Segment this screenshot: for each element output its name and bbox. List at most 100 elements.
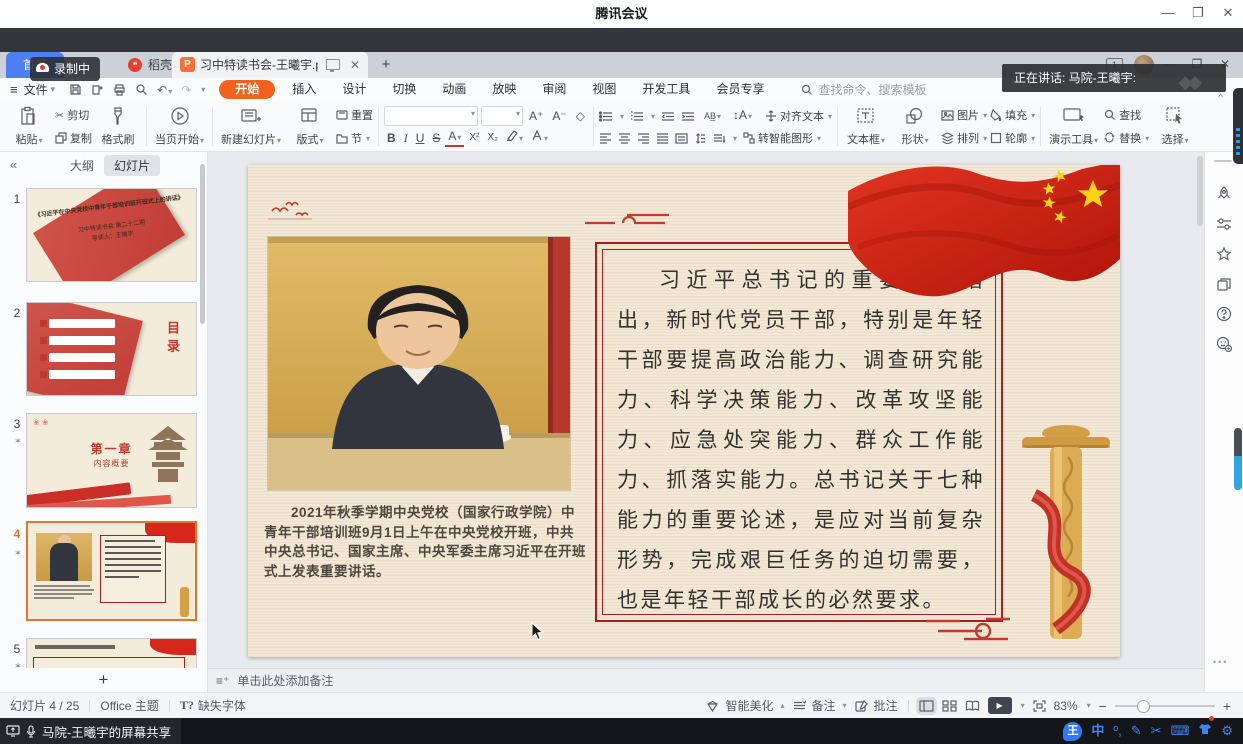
align-right-icon[interactable] bbox=[637, 133, 650, 144]
restore-button[interactable]: ❐ bbox=[1183, 0, 1213, 28]
collapse-panel-icon[interactable]: « bbox=[10, 157, 17, 172]
print-icon[interactable] bbox=[113, 83, 126, 96]
save-icon[interactable] bbox=[69, 83, 82, 96]
subscript-button[interactable]: X₂ bbox=[484, 129, 501, 147]
reading-view-button[interactable] bbox=[965, 700, 980, 712]
text-direction-button[interactable]: AB̲▾ bbox=[701, 107, 724, 126]
line-spacing-icon[interactable] bbox=[694, 133, 707, 144]
layout-button[interactable]: 版式▾ bbox=[287, 104, 333, 149]
tab-review[interactable]: 审阅 bbox=[529, 78, 579, 101]
missing-font-label[interactable]: 缺失字体 bbox=[198, 697, 246, 714]
sidebar-scrollbar[interactable] bbox=[200, 164, 205, 324]
canvas-scrollbar[interactable] bbox=[1197, 156, 1203, 226]
file-menu[interactable]: 文件 bbox=[24, 81, 48, 98]
layers-icon[interactable] bbox=[1216, 276, 1232, 292]
slide-thumbnail-4-selected[interactable] bbox=[26, 521, 197, 621]
clip-scissors-icon[interactable]: ✂ bbox=[1151, 718, 1162, 744]
copy-button[interactable]: 复制 bbox=[55, 129, 92, 147]
slide-thumbnail-2[interactable]: 目录 bbox=[26, 302, 197, 396]
slideshow-play-button[interactable]: ▶ bbox=[988, 697, 1012, 714]
export-icon[interactable] bbox=[91, 83, 104, 96]
meeting-dock-handle[interactable] bbox=[1233, 88, 1243, 164]
slide-sorter-view-button[interactable] bbox=[942, 700, 957, 712]
tab-insert[interactable]: 插入 bbox=[279, 78, 329, 101]
skin-icon[interactable] bbox=[1216, 336, 1232, 352]
handwriting-pen-icon[interactable]: ✎ bbox=[1131, 718, 1142, 744]
strikethrough-button[interactable]: S bbox=[429, 129, 443, 147]
underline-button[interactable]: U bbox=[413, 129, 428, 147]
zoom-out-button[interactable]: − bbox=[1099, 698, 1107, 714]
slide-thumbnail-5[interactable] bbox=[26, 638, 197, 668]
slide-canvas[interactable]: 2021年秋季学期中央党校（国家行政学院）中青年干部培训班9月1日上午在中央党校… bbox=[208, 152, 1204, 668]
shapes-button[interactable]: 形状▾ bbox=[892, 104, 938, 149]
tab-slides[interactable]: 幻灯片 bbox=[104, 155, 160, 176]
slide-thumbnail-3[interactable]: 第一章 内容概要 ❀ ❀ bbox=[26, 413, 197, 508]
sogou-ime-icon[interactable]: 王 bbox=[1063, 722, 1082, 741]
normal-view-button[interactable] bbox=[919, 700, 934, 712]
select-button[interactable]: 选择▾ bbox=[1152, 104, 1198, 149]
arrange-button[interactable]: 排列▾ bbox=[941, 129, 987, 147]
justify-icon[interactable] bbox=[656, 133, 669, 144]
font-color-button[interactable]: A▾ bbox=[445, 129, 464, 147]
print-preview-icon[interactable] bbox=[135, 83, 148, 96]
ime-settings-gear-icon[interactable]: ⚙ bbox=[1221, 718, 1233, 744]
tab-start[interactable]: 开始 bbox=[219, 80, 275, 99]
decrease-font-button[interactable]: A⁻ bbox=[549, 107, 569, 125]
zoom-caret[interactable]: ▾ bbox=[1087, 701, 1091, 710]
numbering-icon[interactable] bbox=[630, 111, 644, 122]
find-button[interactable]: 查找 bbox=[1104, 106, 1149, 124]
properties-sliders-icon[interactable] bbox=[1216, 216, 1232, 232]
add-slide-button[interactable]: + bbox=[0, 668, 207, 692]
beautify-button[interactable]: 智能美化▴ bbox=[706, 697, 784, 714]
help-icon[interactable] bbox=[1216, 306, 1232, 322]
picture-button[interactable]: 图片▾ bbox=[941, 106, 987, 124]
tab-transition[interactable]: 切换 bbox=[379, 78, 429, 101]
sort-button[interactable]: ↕A▾ bbox=[730, 106, 755, 126]
format-painter-button[interactable]: 格式刷 bbox=[95, 104, 141, 149]
zoom-slider-knob[interactable] bbox=[1137, 700, 1150, 713]
tab-membership[interactable]: 会员专享 bbox=[703, 78, 777, 101]
close-document-icon[interactable]: ✕ bbox=[350, 52, 360, 78]
notes-bar[interactable]: ≡⁺ 单击此处添加备注 bbox=[208, 668, 1204, 692]
highlight-button[interactable]: ▾ bbox=[503, 128, 526, 148]
tab-document[interactable]: P 习中特读书会-王曦宇.pptx ✕ bbox=[172, 52, 368, 78]
current-slide[interactable]: 2021年秋季学期中央党校（国家行政学院）中青年干部培训班9月1日上午在中央党校… bbox=[248, 165, 1120, 657]
font-size-combo[interactable] bbox=[481, 106, 523, 126]
tab-outline[interactable]: 大纲 bbox=[70, 157, 94, 174]
tab-docer[interactable]: ❝稻壳 bbox=[128, 52, 172, 78]
align-left-icon[interactable] bbox=[599, 133, 612, 144]
punctuation-toggle-icon[interactable]: º, bbox=[1113, 718, 1121, 744]
reset-button[interactable]: 重置 bbox=[336, 106, 373, 124]
photo-caption[interactable]: 2021年秋季学期中央党校（国家行政学院）中青年干部培训班9月1日上午在中央党校… bbox=[264, 503, 586, 581]
outline-button[interactable]: 轮廓▾ bbox=[990, 129, 1035, 147]
theme-name[interactable]: Office 主题 bbox=[100, 697, 158, 714]
zoom-in-button[interactable]: + bbox=[1223, 698, 1231, 714]
hamburger-icon[interactable]: ≡ bbox=[10, 82, 18, 97]
cut-button[interactable]: ✂剪切 bbox=[55, 106, 92, 124]
start-from-current-button[interactable]: 当页开始▾ bbox=[152, 104, 207, 149]
close-button[interactable]: ✕ bbox=[1213, 0, 1243, 28]
command-search[interactable]: 查找命令、搜索模板 bbox=[801, 81, 926, 98]
comments-button[interactable]: 批注 bbox=[855, 697, 898, 714]
new-slide-button[interactable]: 新建幻灯片▾ bbox=[218, 104, 284, 149]
soft-keyboard-icon[interactable]: ⌨ bbox=[1171, 718, 1190, 744]
rocket-icon[interactable] bbox=[1216, 186, 1232, 202]
italic-button[interactable]: I bbox=[401, 129, 411, 147]
tab-slideshow[interactable]: 放映 bbox=[479, 78, 529, 101]
textbox-button[interactable]: 文本框▾ bbox=[843, 104, 889, 149]
undo-icon[interactable]: ↶▾ bbox=[157, 83, 172, 97]
distribute-icon[interactable] bbox=[675, 133, 688, 144]
effects-star-icon[interactable] bbox=[1216, 246, 1232, 262]
tab-view[interactable]: 视图 bbox=[579, 78, 629, 101]
play-options-caret[interactable]: ▾ bbox=[1021, 701, 1025, 710]
ime-mode-toggle[interactable]: 中 bbox=[1091, 718, 1104, 744]
tab-design[interactable]: 设计 bbox=[329, 78, 379, 101]
present-monitor-icon[interactable] bbox=[326, 59, 340, 70]
xi-jinping-photo[interactable] bbox=[268, 237, 570, 490]
tab-animation[interactable]: 动画 bbox=[429, 78, 479, 101]
redo-icon[interactable]: ↷ bbox=[181, 83, 191, 97]
align-text-button[interactable]: 对齐文本▾ bbox=[765, 107, 832, 125]
align-center-icon[interactable] bbox=[618, 133, 631, 144]
presentation-tools-button[interactable]: 演示工具▾ bbox=[1046, 104, 1101, 149]
tab-devtools[interactable]: 开发工具 bbox=[629, 78, 703, 101]
